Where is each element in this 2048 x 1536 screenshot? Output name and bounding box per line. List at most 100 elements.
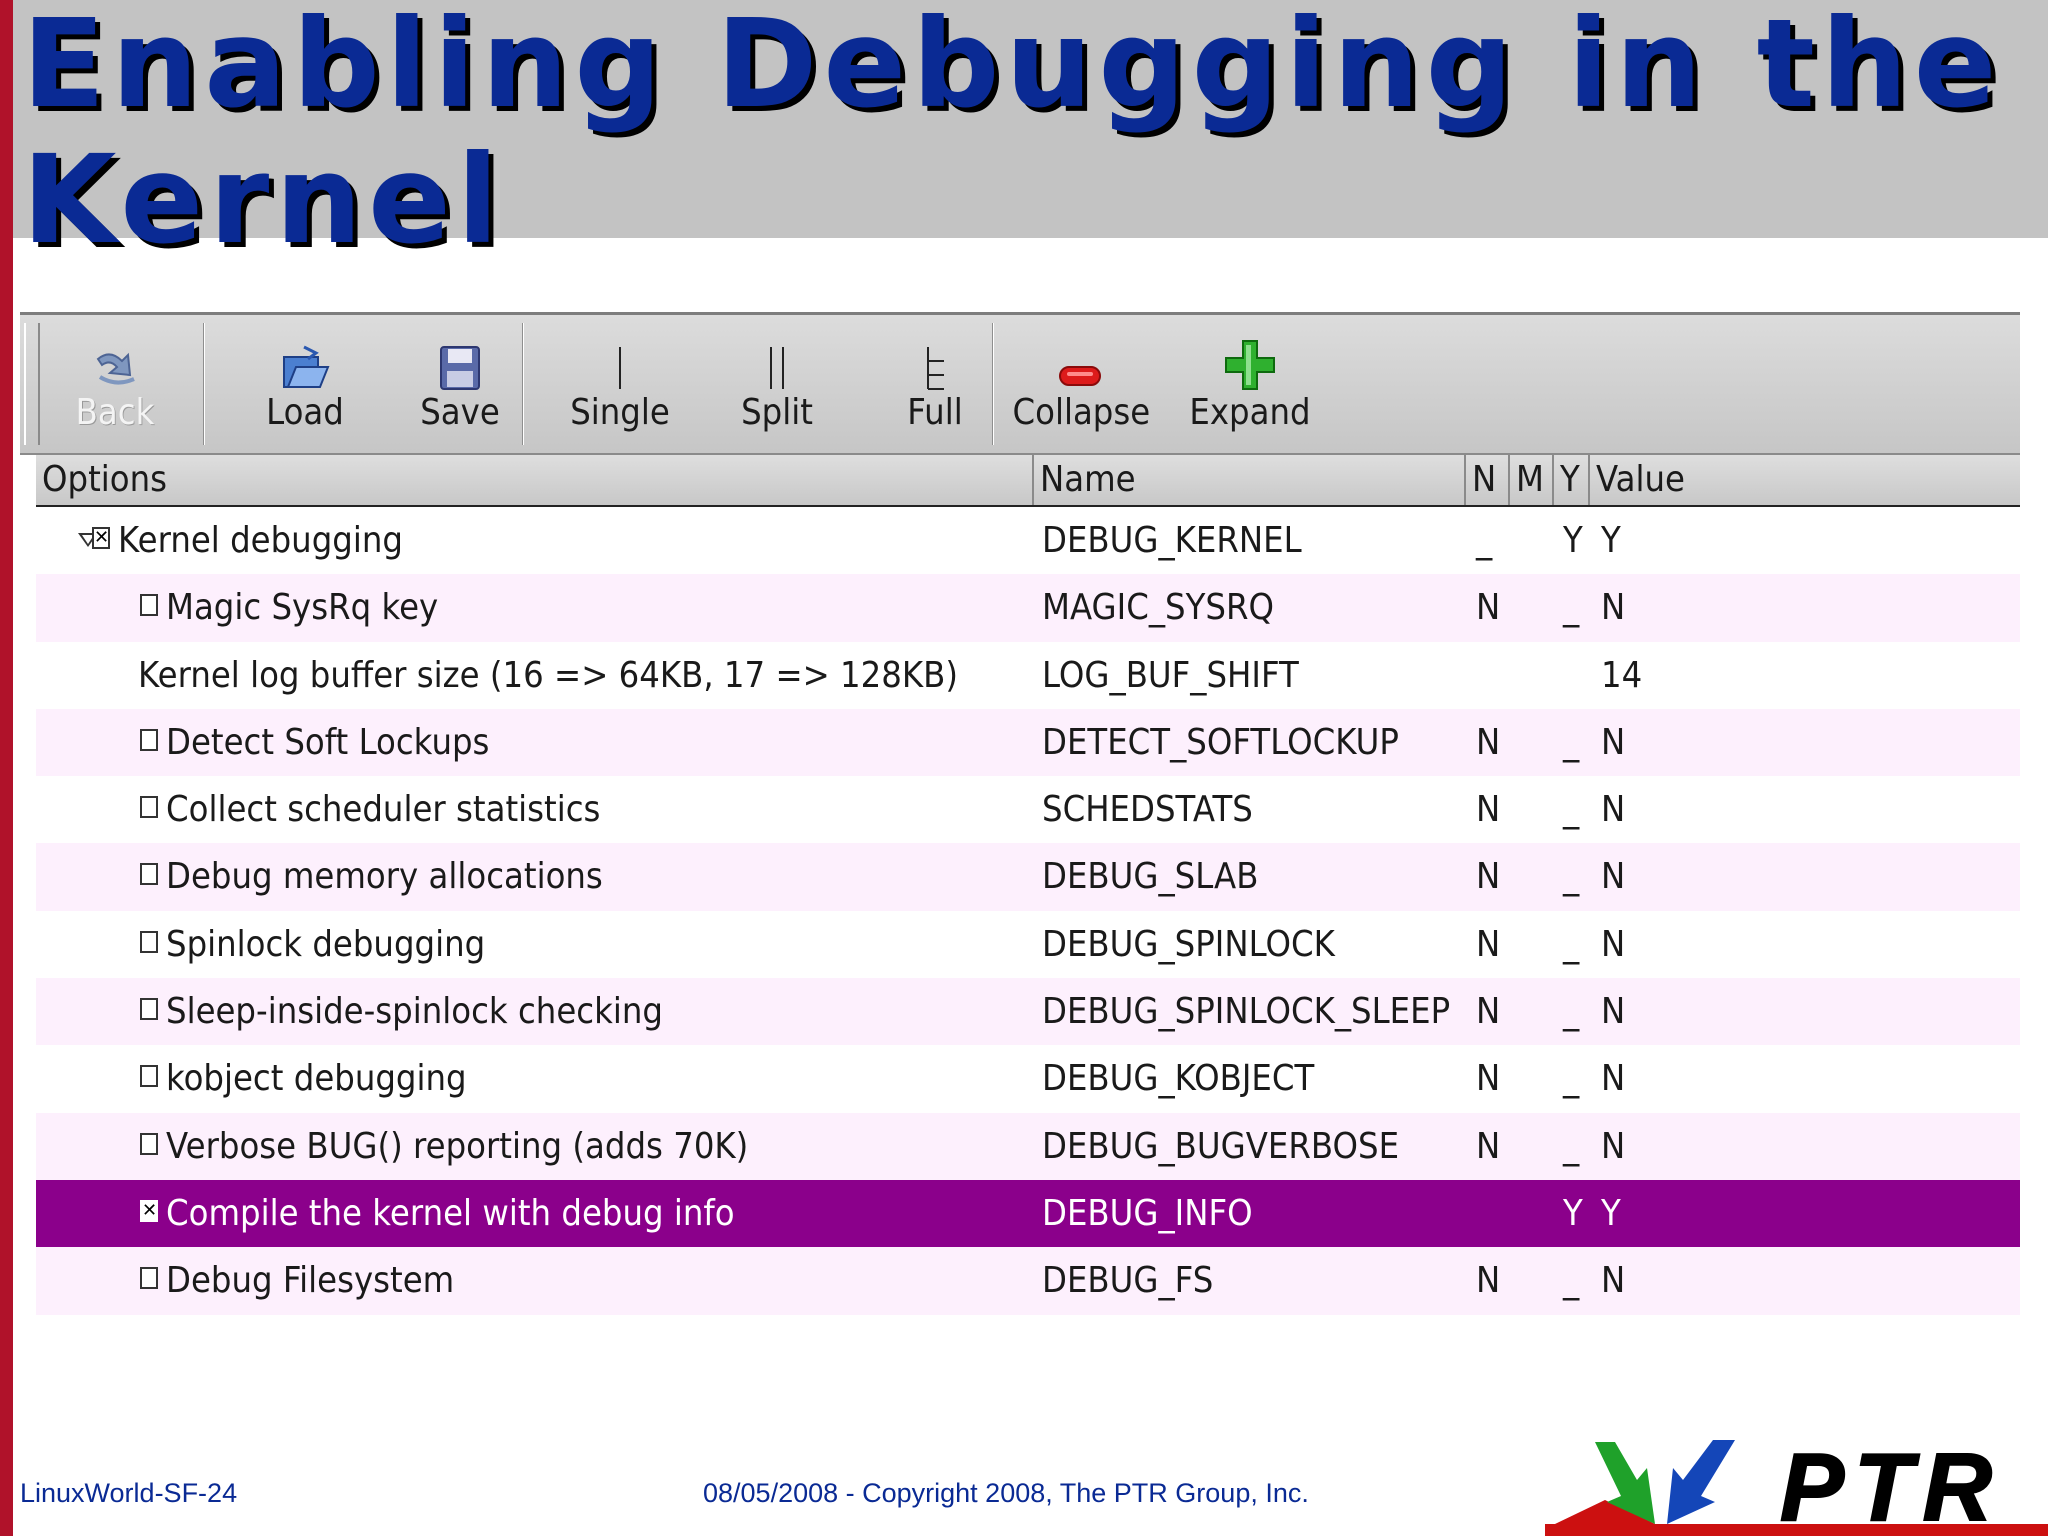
y-state[interactable]: _ — [1563, 1247, 1579, 1314]
single-view-button[interactable]: Single — [555, 327, 685, 443]
load-button[interactable]: Load — [240, 327, 370, 443]
option-label: kobject debugging — [166, 1058, 467, 1100]
symbol-name: SCHEDSTATS — [1042, 789, 1253, 831]
value-cell-cell: N — [1601, 1045, 1628, 1112]
column-header-value[interactable]: Value — [1590, 455, 2020, 505]
table-row[interactable]: Spinlock debugging DEBUG_SPINLOCK N _ N — [36, 911, 2020, 978]
y-state[interactable]: Y — [1563, 1180, 1583, 1247]
checkbox-icon[interactable] — [140, 728, 158, 751]
save-button[interactable]: Save — [395, 327, 525, 443]
n-state[interactable]: N — [1476, 843, 1500, 910]
checkbox-icon[interactable] — [140, 1132, 158, 1155]
y-state-cell: Y — [1563, 507, 1585, 574]
value-cell: N — [1601, 923, 1626, 965]
split-view-icon — [770, 347, 784, 389]
table-row[interactable]: ✕ Kernel debugging DEBUG_KERNEL _ Y Y — [36, 507, 2020, 574]
symbol-name-cell: DEBUG_BUGVERBOSE — [1042, 1113, 1439, 1180]
y-state-cell: _ — [1563, 843, 1581, 910]
checkbox-icon[interactable] — [140, 796, 158, 819]
value-cell: N — [1601, 789, 1626, 831]
n-state[interactable]: N — [1476, 574, 1500, 641]
value-cell: N — [1601, 1260, 1626, 1302]
y-state[interactable]: _ — [1563, 776, 1579, 843]
n-state[interactable]: N — [1476, 911, 1500, 978]
full-view-button[interactable]: Full — [870, 327, 1000, 443]
y-state[interactable]: _ — [1563, 1113, 1579, 1180]
symbol-name-cell: DEBUG_SPINLOCK_SLEEP — [1042, 978, 1495, 1045]
y-state[interactable]: Y — [1563, 507, 1583, 574]
n-state-cell: N — [1476, 843, 1503, 910]
n-state[interactable]: N — [1476, 709, 1500, 776]
full-view-button-label: Full — [907, 392, 963, 433]
option-cell: kobject debugging — [36, 1045, 1034, 1112]
n-state[interactable]: N — [1476, 978, 1500, 1045]
table-row[interactable]: Collect scheduler statistics SCHEDSTATS N _… — [36, 776, 2020, 843]
option-cell: Spinlock debugging — [36, 911, 1034, 978]
table-row[interactable]: Verbose BUG() reporting (adds 70K) DEBUG_… — [36, 1112, 2020, 1180]
y-state-cell: Y — [1563, 1180, 1585, 1247]
symbol-name: DEBUG_KERNEL — [1042, 520, 1302, 561]
checked-checkbox-icon[interactable]: ✕ — [140, 1199, 158, 1222]
n-state-cell: N — [1476, 911, 1503, 978]
y-state[interactable]: _ — [1563, 574, 1579, 641]
y-state[interactable]: _ — [1563, 911, 1579, 978]
symbol-name: DEBUG_INFO — [1042, 1192, 1253, 1234]
full-view-icon — [927, 347, 944, 390]
n-state[interactable]: N — [1476, 1045, 1500, 1112]
option-label: Compile the kernel with debug info — [166, 1192, 735, 1234]
column-header-options[interactable]: Options — [36, 455, 1034, 505]
toolbar-separator — [992, 323, 994, 445]
value-cell: 14 — [1601, 654, 1643, 696]
n-state-cell: N — [1476, 978, 1503, 1045]
table-row[interactable]: ✕ Compile the kernel with debug info DEBUG… — [36, 1179, 2020, 1248]
options-table-body: ✕ Kernel debugging DEBUG_KERNEL _ Y Y Magic Sy… — [36, 507, 2020, 1315]
expand-button[interactable]: Expand — [1175, 327, 1325, 443]
value-cell-cell: N — [1601, 911, 1628, 978]
table-row[interactable]: Sleep-inside-spinlock checking DEBUG_SPIN… — [36, 978, 2020, 1046]
n-state-cell: N — [1476, 1247, 1503, 1314]
option-cell: ✕ Compile the kernel with debug info — [36, 1180, 1034, 1247]
symbol-name: DEBUG_FS — [1042, 1260, 1214, 1302]
checkbox-icon[interactable] — [140, 998, 158, 1021]
n-state[interactable]: N — [1476, 776, 1500, 843]
column-header-y[interactable]: Y — [1554, 455, 1590, 505]
table-row[interactable]: Debug memory allocations DEBUG_SLAB N _ N — [36, 843, 2020, 911]
y-state-cell: _ — [1563, 709, 1581, 776]
table-row[interactable]: kobject debugging DEBUG_KOBJECT N _ N — [36, 1045, 2020, 1112]
checked-checkbox-icon[interactable]: ✕ — [92, 527, 110, 549]
y-state[interactable]: _ — [1563, 978, 1579, 1045]
y-state[interactable]: _ — [1563, 1045, 1579, 1112]
n-state[interactable]: _ — [1476, 507, 1492, 574]
collapse-button[interactable]: Collapse — [1005, 327, 1155, 443]
table-row[interactable]: Detect Soft Lockups DETECT_SOFTLOCKUP N _ N — [36, 708, 2020, 777]
checkbox-icon[interactable] — [140, 1065, 158, 1088]
checkbox-icon[interactable] — [140, 930, 158, 953]
option-cell: Debug Filesystem — [36, 1247, 1034, 1314]
value-cell-cell: N — [1601, 1113, 1628, 1180]
table-row[interactable]: Magic SysRq key MAGIC_SYSRQ N _ N — [36, 574, 2020, 642]
n-state[interactable]: N — [1476, 1247, 1500, 1314]
value-cell: N — [1601, 856, 1626, 898]
checkbox-icon[interactable] — [140, 1267, 158, 1290]
back-button[interactable]: Back — [50, 327, 180, 443]
table-row[interactable]: Kernel log buffer size (16 => 64KB, 17 =… — [36, 642, 2020, 709]
column-header-name[interactable]: Name — [1034, 455, 1466, 505]
column-header-n[interactable]: N — [1466, 455, 1510, 505]
slide-title-line-2: Kernel — [22, 129, 505, 271]
y-state[interactable]: _ — [1563, 709, 1579, 776]
toolbar-grip[interactable] — [24, 323, 40, 445]
value-cell-cell: N — [1601, 1247, 1628, 1314]
footer-copyright: 08/05/2008 - Copyright 2008, The PTR Gro… — [703, 1478, 1309, 1508]
column-header-m[interactable]: M — [1510, 455, 1554, 505]
split-view-button[interactable]: Split — [712, 327, 842, 443]
checkbox-icon[interactable] — [140, 594, 158, 617]
value-cell-cell: Y — [1601, 507, 1623, 574]
n-state[interactable]: N — [1476, 1113, 1500, 1180]
checkbox-icon[interactable] — [140, 863, 158, 886]
option-cell: ✕ Kernel debugging — [36, 507, 1034, 574]
option-cell: Kernel log buffer size (16 => 64KB, 17 =… — [36, 642, 1034, 709]
table-row[interactable]: Debug Filesystem DEBUG_FS N _ N — [36, 1247, 2020, 1315]
slide-accent-bar — [0, 0, 13, 1536]
y-state[interactable]: _ — [1563, 843, 1579, 910]
load-button-label: Load — [266, 392, 344, 433]
